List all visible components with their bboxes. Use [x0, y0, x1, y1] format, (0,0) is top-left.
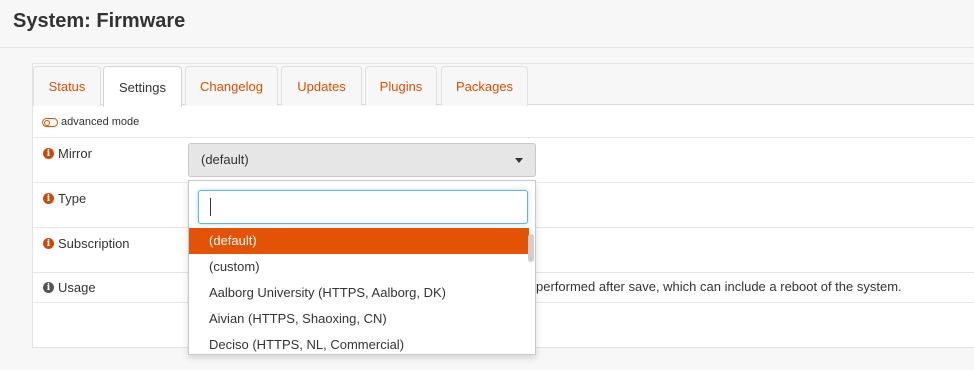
tab-label: Plugins [379, 79, 423, 94]
tab-settings[interactable]: Settings [103, 66, 182, 107]
mirror-option[interactable]: (default) [189, 228, 529, 254]
tab-label: Status [48, 79, 86, 94]
type-label-text: Type [58, 191, 87, 206]
tab-label: Packages [455, 79, 514, 94]
mirror-option[interactable]: Deciso (HTTPS, NL, Commercial) [189, 332, 529, 354]
tab-updates[interactable]: Updates [281, 66, 362, 106]
usage-description: performed after save, which can include … [536, 279, 902, 294]
toggle-off-icon[interactable] [42, 117, 58, 127]
page-header: System: Firmware [0, 0, 974, 48]
type-label: i Type [43, 191, 86, 206]
mirror-option[interactable]: (custom) [189, 254, 529, 280]
subscription-label-text: Subscription [58, 236, 130, 251]
page-title: System: Firmware [13, 10, 186, 32]
advanced-mode-label: advanced mode [61, 116, 140, 128]
info-icon[interactable]: i [43, 148, 54, 159]
tab-label: Settings [119, 79, 166, 95]
mirror-option[interactable]: Aalborg University (HTTPS, Aalborg, DK) [189, 280, 529, 306]
tab-label: Updates [297, 79, 346, 94]
mirror-search-input[interactable] [198, 190, 528, 224]
mirror-options-list: (default) (custom) Aalborg University (H… [189, 228, 529, 354]
mirror-label-text: Mirror [58, 146, 92, 161]
info-icon[interactable]: i [43, 282, 54, 293]
info-icon[interactable]: i [43, 238, 54, 249]
tab-bar: Status Settings Changelog Updates Plugin… [33, 64, 974, 107]
dropdown-scrollbar[interactable] [528, 234, 534, 262]
info-icon[interactable]: i [43, 193, 54, 204]
usage-label-text: Usage [58, 280, 96, 295]
text-cursor [210, 198, 211, 216]
tab-plugins[interactable]: Plugins [365, 66, 437, 106]
mirror-label: i Mirror [43, 146, 92, 161]
caret-down-icon [515, 158, 523, 163]
subscription-label: i Subscription [43, 236, 130, 251]
advanced-mode-toggle[interactable]: advanced mode [42, 116, 139, 128]
mirror-select-value: (default) [201, 152, 249, 167]
tab-packages[interactable]: Packages [441, 66, 528, 106]
tab-changelog[interactable]: Changelog [185, 66, 278, 106]
mirror-select[interactable]: (default) [188, 143, 536, 177]
tab-label: Changelog [200, 79, 263, 94]
mirror-dropdown: (default) (custom) Aalborg University (H… [188, 180, 536, 355]
advanced-mode-row [33, 109, 974, 138]
tab-status[interactable]: Status [33, 66, 101, 106]
mirror-option[interactable]: Aivian (HTTPS, Shaoxing, CN) [189, 306, 529, 332]
usage-label: i Usage [43, 280, 96, 295]
